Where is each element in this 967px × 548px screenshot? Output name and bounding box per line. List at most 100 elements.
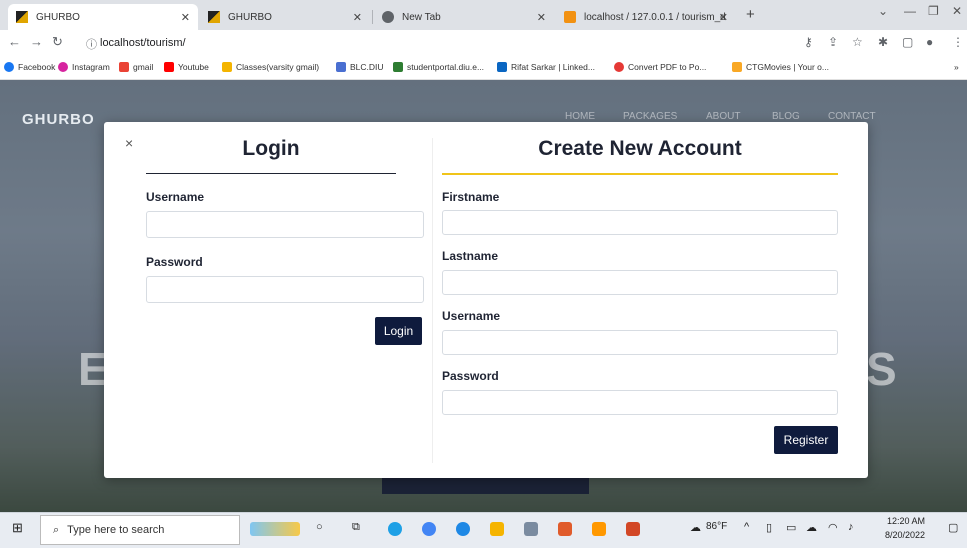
bookmark-blc[interactable]: BLC.DIU — [336, 62, 384, 72]
studentportal-icon — [393, 62, 403, 72]
nav-packages[interactable]: PACKAGES — [623, 111, 677, 122]
bookmark-instagram[interactable]: Instagram — [58, 62, 110, 72]
register-title: Create New Account — [538, 137, 742, 160]
nav-blog[interactable]: BLOG — [772, 111, 800, 122]
tab-new-tab[interactable]: New Tab ✕ — [374, 4, 554, 30]
weather-icon[interactable]: ☁ — [690, 521, 701, 534]
new-tab-button[interactable]: + — [746, 6, 755, 23]
phpmyadmin-favicon-icon — [564, 11, 576, 23]
weather-temp[interactable]: 86°F — [706, 521, 727, 532]
bookmark-convert-pdf[interactable]: Convert PDF to Po... — [614, 62, 706, 72]
bookmark-studentportal[interactable]: studentportal.diu.e... — [393, 62, 484, 72]
login-title: Login — [242, 137, 300, 160]
linkedin-icon — [497, 62, 507, 72]
notification-icon[interactable]: ▢ — [948, 521, 958, 534]
info-icon[interactable]: ⓘ — [86, 36, 97, 52]
login-username-input[interactable] — [146, 211, 424, 238]
close-tab-icon[interactable]: ✕ — [719, 11, 728, 24]
tab-ghurbo-1[interactable]: GHURBO ✕ — [8, 4, 198, 30]
telegram-icon[interactable] — [456, 522, 470, 536]
chrome-taskbar-icon[interactable] — [422, 522, 436, 536]
login-password-input[interactable] — [146, 276, 424, 303]
close-icon[interactable]: × — [125, 135, 133, 151]
cortana-icon[interactable]: ○ — [316, 521, 323, 533]
blc-icon — [336, 62, 346, 72]
close-tab-icon[interactable]: ✕ — [181, 11, 190, 24]
wifi-icon[interactable]: ◠ — [828, 521, 838, 534]
register-username-input[interactable] — [442, 330, 838, 355]
register-lastname-input[interactable] — [442, 270, 838, 295]
login-username-label: Username — [146, 190, 205, 204]
windows-start-icon[interactable]: ⊞ — [12, 520, 23, 536]
close-tab-icon[interactable]: ✕ — [537, 11, 546, 24]
onedrive-icon[interactable]: ☁ — [806, 521, 817, 534]
tab-search-icon[interactable]: ⌄ — [878, 4, 888, 18]
extensions-icon[interactable]: ✱ — [878, 35, 888, 49]
share-icon[interactable]: ⇪ — [828, 35, 838, 49]
bookmark-youtube[interactable]: Youtube — [164, 62, 209, 72]
youtube-icon — [164, 62, 174, 72]
tray-chevron-icon[interactable]: ^ — [744, 521, 749, 533]
back-icon[interactable]: ← — [8, 34, 21, 49]
file-explorer-icon[interactable] — [490, 522, 504, 536]
key-icon[interactable]: ⚷ — [804, 35, 813, 49]
register-firstname-label: Firstname — [442, 190, 500, 204]
pdf-icon — [614, 62, 624, 72]
powerpoint-icon[interactable] — [626, 522, 640, 536]
nav-contact[interactable]: CONTACT — [828, 111, 876, 122]
ghurbo-favicon-icon — [16, 11, 28, 23]
register-button[interactable]: Register — [774, 426, 838, 454]
forward-icon[interactable]: → — [30, 34, 43, 49]
bookmarks-overflow-icon[interactable]: » — [954, 62, 959, 72]
register-firstname-input[interactable] — [442, 210, 838, 235]
maximize-icon[interactable]: ❐ — [928, 4, 939, 18]
close-tab-icon[interactable]: ✕ — [353, 11, 362, 24]
sublime-icon[interactable] — [592, 522, 606, 536]
sidepanel-icon[interactable]: ▢ — [902, 35, 913, 49]
register-lastname-label: Lastname — [442, 249, 499, 263]
minimize-icon[interactable]: — — [904, 4, 916, 18]
site-logo[interactable]: GHURBO — [22, 111, 95, 128]
volume-icon[interactable]: ♪ — [848, 521, 854, 533]
bookmark-classes[interactable]: Classes(varsity gmail) — [222, 62, 319, 72]
star-icon[interactable]: ☆ — [852, 35, 863, 49]
tab-title: GHURBO — [36, 11, 80, 23]
close-window-icon[interactable]: ✕ — [952, 4, 962, 18]
tab-separator — [372, 10, 373, 24]
auth-modal: × Login Username Password Login Create N… — [104, 122, 868, 478]
app-icon[interactable] — [524, 522, 538, 536]
profile-avatar[interactable]: ● — [926, 35, 933, 49]
taskbar-search[interactable]: ⌕ Type here to search — [40, 515, 240, 545]
menu-icon[interactable]: ⋮ — [952, 35, 964, 49]
ghurbo-favicon-icon — [208, 11, 220, 23]
bookmark-linkedin[interactable]: Rifat Sarkar | Linked... — [497, 62, 595, 72]
reload-icon[interactable]: ↻ — [52, 34, 63, 50]
nav-home[interactable]: HOME — [565, 111, 595, 122]
chrome-icon — [382, 11, 394, 23]
url-field[interactable]: localhost/tourism/ — [100, 37, 186, 49]
login-password-label: Password — [146, 255, 203, 269]
bookmark-ctgmovies[interactable]: CTGMovies | Your o... — [732, 62, 829, 72]
xampp-icon[interactable] — [558, 522, 572, 536]
clock-time[interactable]: 12:20 AM — [887, 516, 925, 526]
register-password-label: Password — [442, 369, 499, 383]
instagram-icon — [58, 62, 68, 72]
news-widget-icon[interactable] — [250, 522, 300, 536]
task-view-icon[interactable]: ⧉ — [352, 521, 360, 534]
column-divider — [432, 138, 433, 463]
page-background: GHURBO HOME PACKAGES ABOUT BLOG CONTACT … — [0, 80, 967, 512]
tray-app-icon[interactable]: ▯ — [766, 521, 772, 534]
battery-icon[interactable]: ▭ — [786, 521, 796, 534]
bookmark-gmail[interactable]: gmail — [119, 62, 153, 72]
edge-icon[interactable] — [388, 522, 402, 536]
nav-about[interactable]: ABOUT — [706, 111, 740, 122]
register-title-underline — [442, 173, 838, 175]
tab-ghurbo-2[interactable]: GHURBO ✕ — [200, 4, 370, 30]
login-button[interactable]: Login — [375, 317, 422, 345]
register-username-label: Username — [442, 309, 501, 323]
bookmark-facebook[interactable]: Facebook — [4, 62, 55, 72]
register-password-input[interactable] — [442, 390, 838, 415]
clock-date[interactable]: 8/20/2022 — [885, 530, 925, 540]
tab-title: localhost / 127.0.0.1 / tourism_d — [584, 11, 726, 23]
tab-phpmyadmin[interactable]: localhost / 127.0.0.1 / tourism_d ✕ — [556, 4, 736, 30]
